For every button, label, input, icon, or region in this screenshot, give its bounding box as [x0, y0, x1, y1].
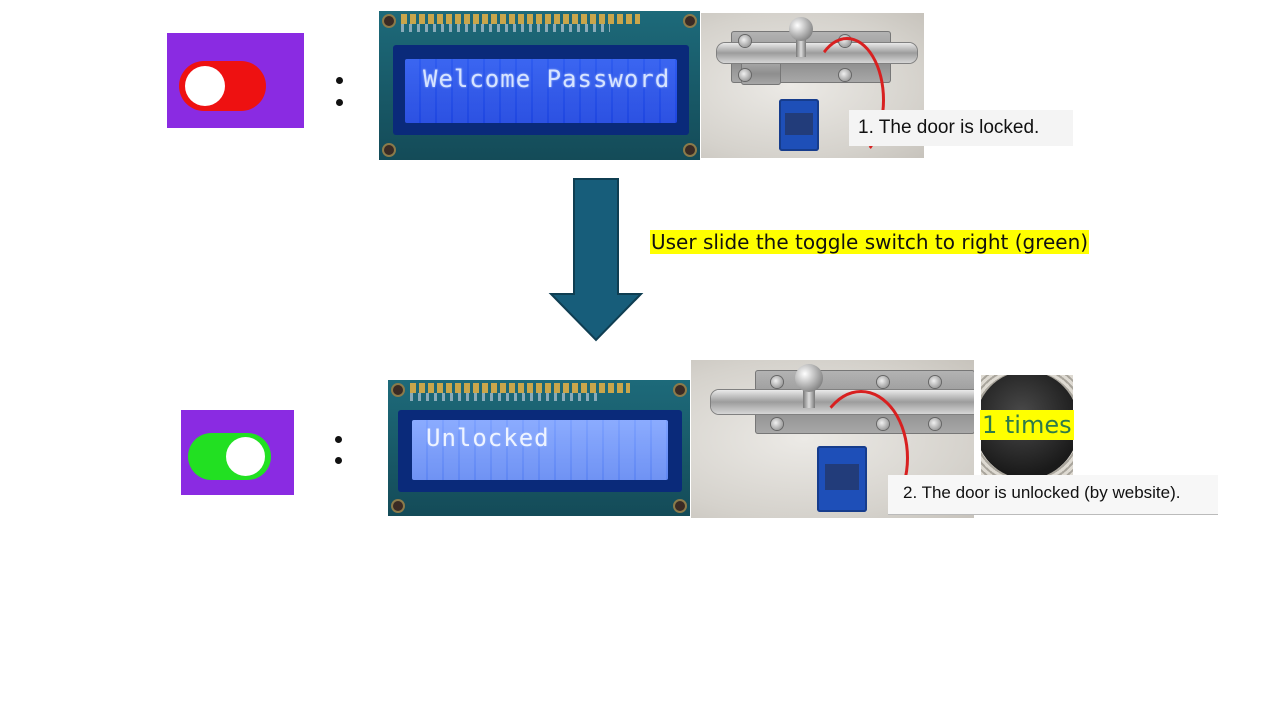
lcd-pin-header — [401, 14, 640, 24]
lcd-module-1: Welcome Password — [379, 11, 700, 160]
lcd-module-2: Unlocked — [388, 380, 690, 516]
lcd-pin-header — [410, 383, 630, 393]
toggle-knob — [185, 66, 225, 106]
servo-motor — [779, 99, 819, 151]
lcd-text: Unlocked — [426, 424, 550, 452]
toggle-switch-off[interactable] — [179, 61, 266, 111]
lcd-screen: Welcome Password — [405, 59, 677, 123]
lcd-pin-labels — [410, 393, 600, 401]
toggle-switch-on[interactable] — [188, 433, 271, 480]
caption-unlocked: 2. The door is unlocked (by website). — [888, 475, 1218, 515]
caption-locked: 1. The door is locked. — [849, 110, 1073, 146]
toggle-tile-on — [181, 410, 294, 495]
servo-motor — [817, 446, 867, 512]
lcd-screen: Unlocked — [412, 420, 668, 480]
down-arrow-icon — [548, 178, 644, 342]
lcd-text: Welcome Password — [423, 65, 671, 93]
unlock-counter: 1 times — [980, 410, 1074, 440]
lcd-pin-labels — [401, 24, 610, 32]
transition-label: User slide the toggle switch to right (g… — [650, 230, 1090, 254]
toggle-tile-off — [167, 33, 304, 128]
toggle-knob — [226, 437, 265, 476]
